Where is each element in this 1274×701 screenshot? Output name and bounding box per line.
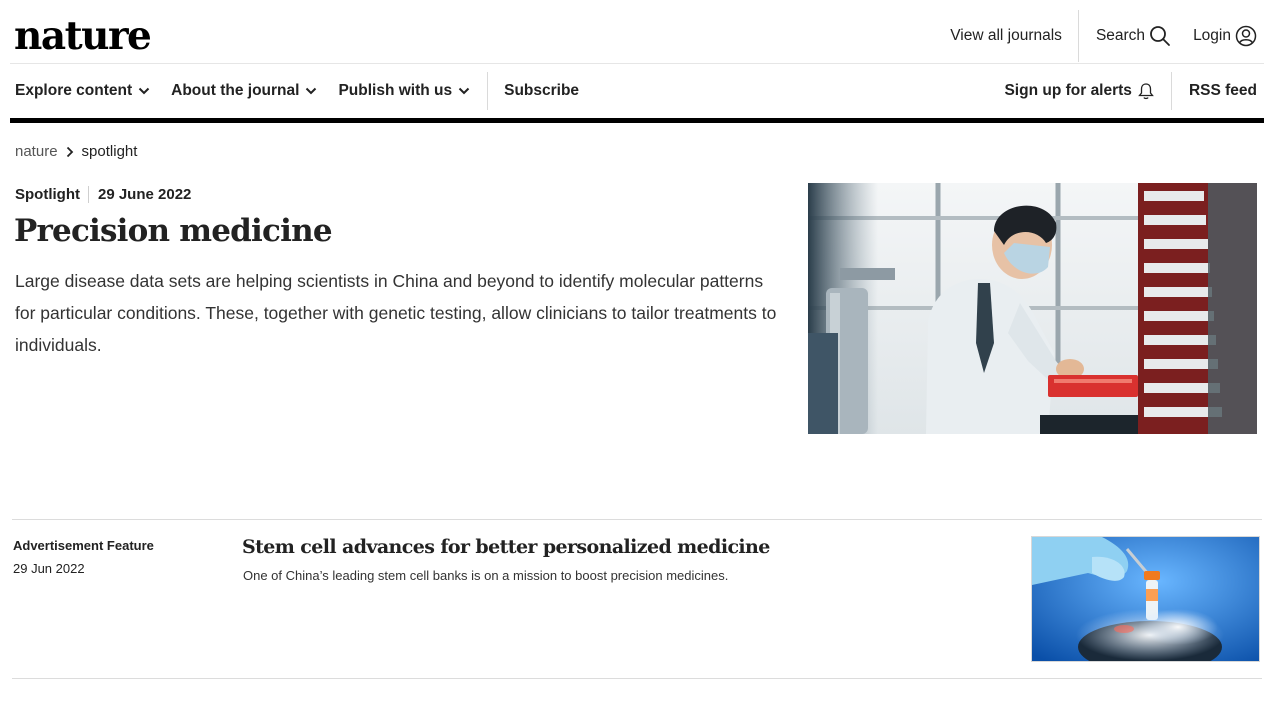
user-icon xyxy=(1235,25,1257,47)
site-header: nature View all journals Search Login xyxy=(0,0,1274,64)
nav-publish-with-us[interactable]: Publish with us xyxy=(338,82,470,100)
alerts-label: Sign up for alerts xyxy=(1004,82,1132,99)
login-label: Login xyxy=(1193,27,1231,44)
nav-explore-content[interactable]: Explore content xyxy=(15,82,150,100)
sign-up-for-alerts-link[interactable]: Sign up for alerts xyxy=(1004,72,1172,110)
hero-description: Large disease data sets are helping scie… xyxy=(15,271,777,355)
article-description: One of China’s leading stem cell banks i… xyxy=(243,568,729,583)
view-all-journals-link[interactable]: View all journals xyxy=(950,10,1079,62)
breadcrumb-root-link[interactable]: nature xyxy=(15,143,58,160)
nav-publish-with-us-label: Publish with us xyxy=(338,82,453,99)
page-title: Precision medicine xyxy=(14,213,333,249)
subscribe-link[interactable]: Subscribe xyxy=(487,72,579,110)
chevron-down-icon xyxy=(138,87,150,95)
hero-article-type: Spotlight xyxy=(15,185,89,203)
hero-meta: Spotlight 29 June 2022 xyxy=(15,184,191,204)
header-utility-links: View all journals Search Login xyxy=(950,10,1257,62)
search-button[interactable]: Search xyxy=(1096,25,1171,47)
search-icon xyxy=(1149,25,1171,47)
article-image-cryo-vial[interactable] xyxy=(1031,536,1260,662)
chevron-down-icon xyxy=(305,87,317,95)
hero-image-lab-scientist xyxy=(808,183,1257,434)
hero-date: 29 June 2022 xyxy=(97,185,192,203)
subscribe-label: Subscribe xyxy=(504,82,580,99)
nav-explore-content-label: Explore content xyxy=(15,82,133,99)
nav-about-the-journal-label: About the journal xyxy=(171,82,300,99)
list-divider-top xyxy=(12,519,1262,520)
breadcrumb-current: spotlight xyxy=(81,143,138,160)
list-divider-bottom xyxy=(12,678,1262,679)
chevron-down-icon xyxy=(458,87,470,95)
nav-right-group: Sign up for alerts RSS feed xyxy=(1004,64,1257,118)
rss-label: RSS feed xyxy=(1188,82,1257,99)
main-navigation: Explore content About the journal Publis… xyxy=(0,64,1274,118)
view-all-journals-label: View all journals xyxy=(950,27,1062,44)
article-type-label: Advertisement Feature xyxy=(13,538,154,553)
nature-logo[interactable]: nature xyxy=(14,12,152,60)
breadcrumb: nature spotlight xyxy=(15,143,137,160)
nav-bottom-rule xyxy=(10,118,1264,123)
search-label: Search xyxy=(1095,27,1146,44)
chevron-right-icon xyxy=(66,146,74,158)
bell-icon xyxy=(1138,82,1154,100)
nav-about-the-journal[interactable]: About the journal xyxy=(171,82,317,100)
article-title-link[interactable]: Stem cell advances for better personaliz… xyxy=(242,533,770,561)
nav-left-group: Explore content About the journal Publis… xyxy=(15,64,600,118)
article-date: 29 Jun 2022 xyxy=(13,561,85,576)
rss-feed-link[interactable]: RSS feed xyxy=(1189,82,1257,100)
login-button[interactable]: Login xyxy=(1193,25,1257,47)
